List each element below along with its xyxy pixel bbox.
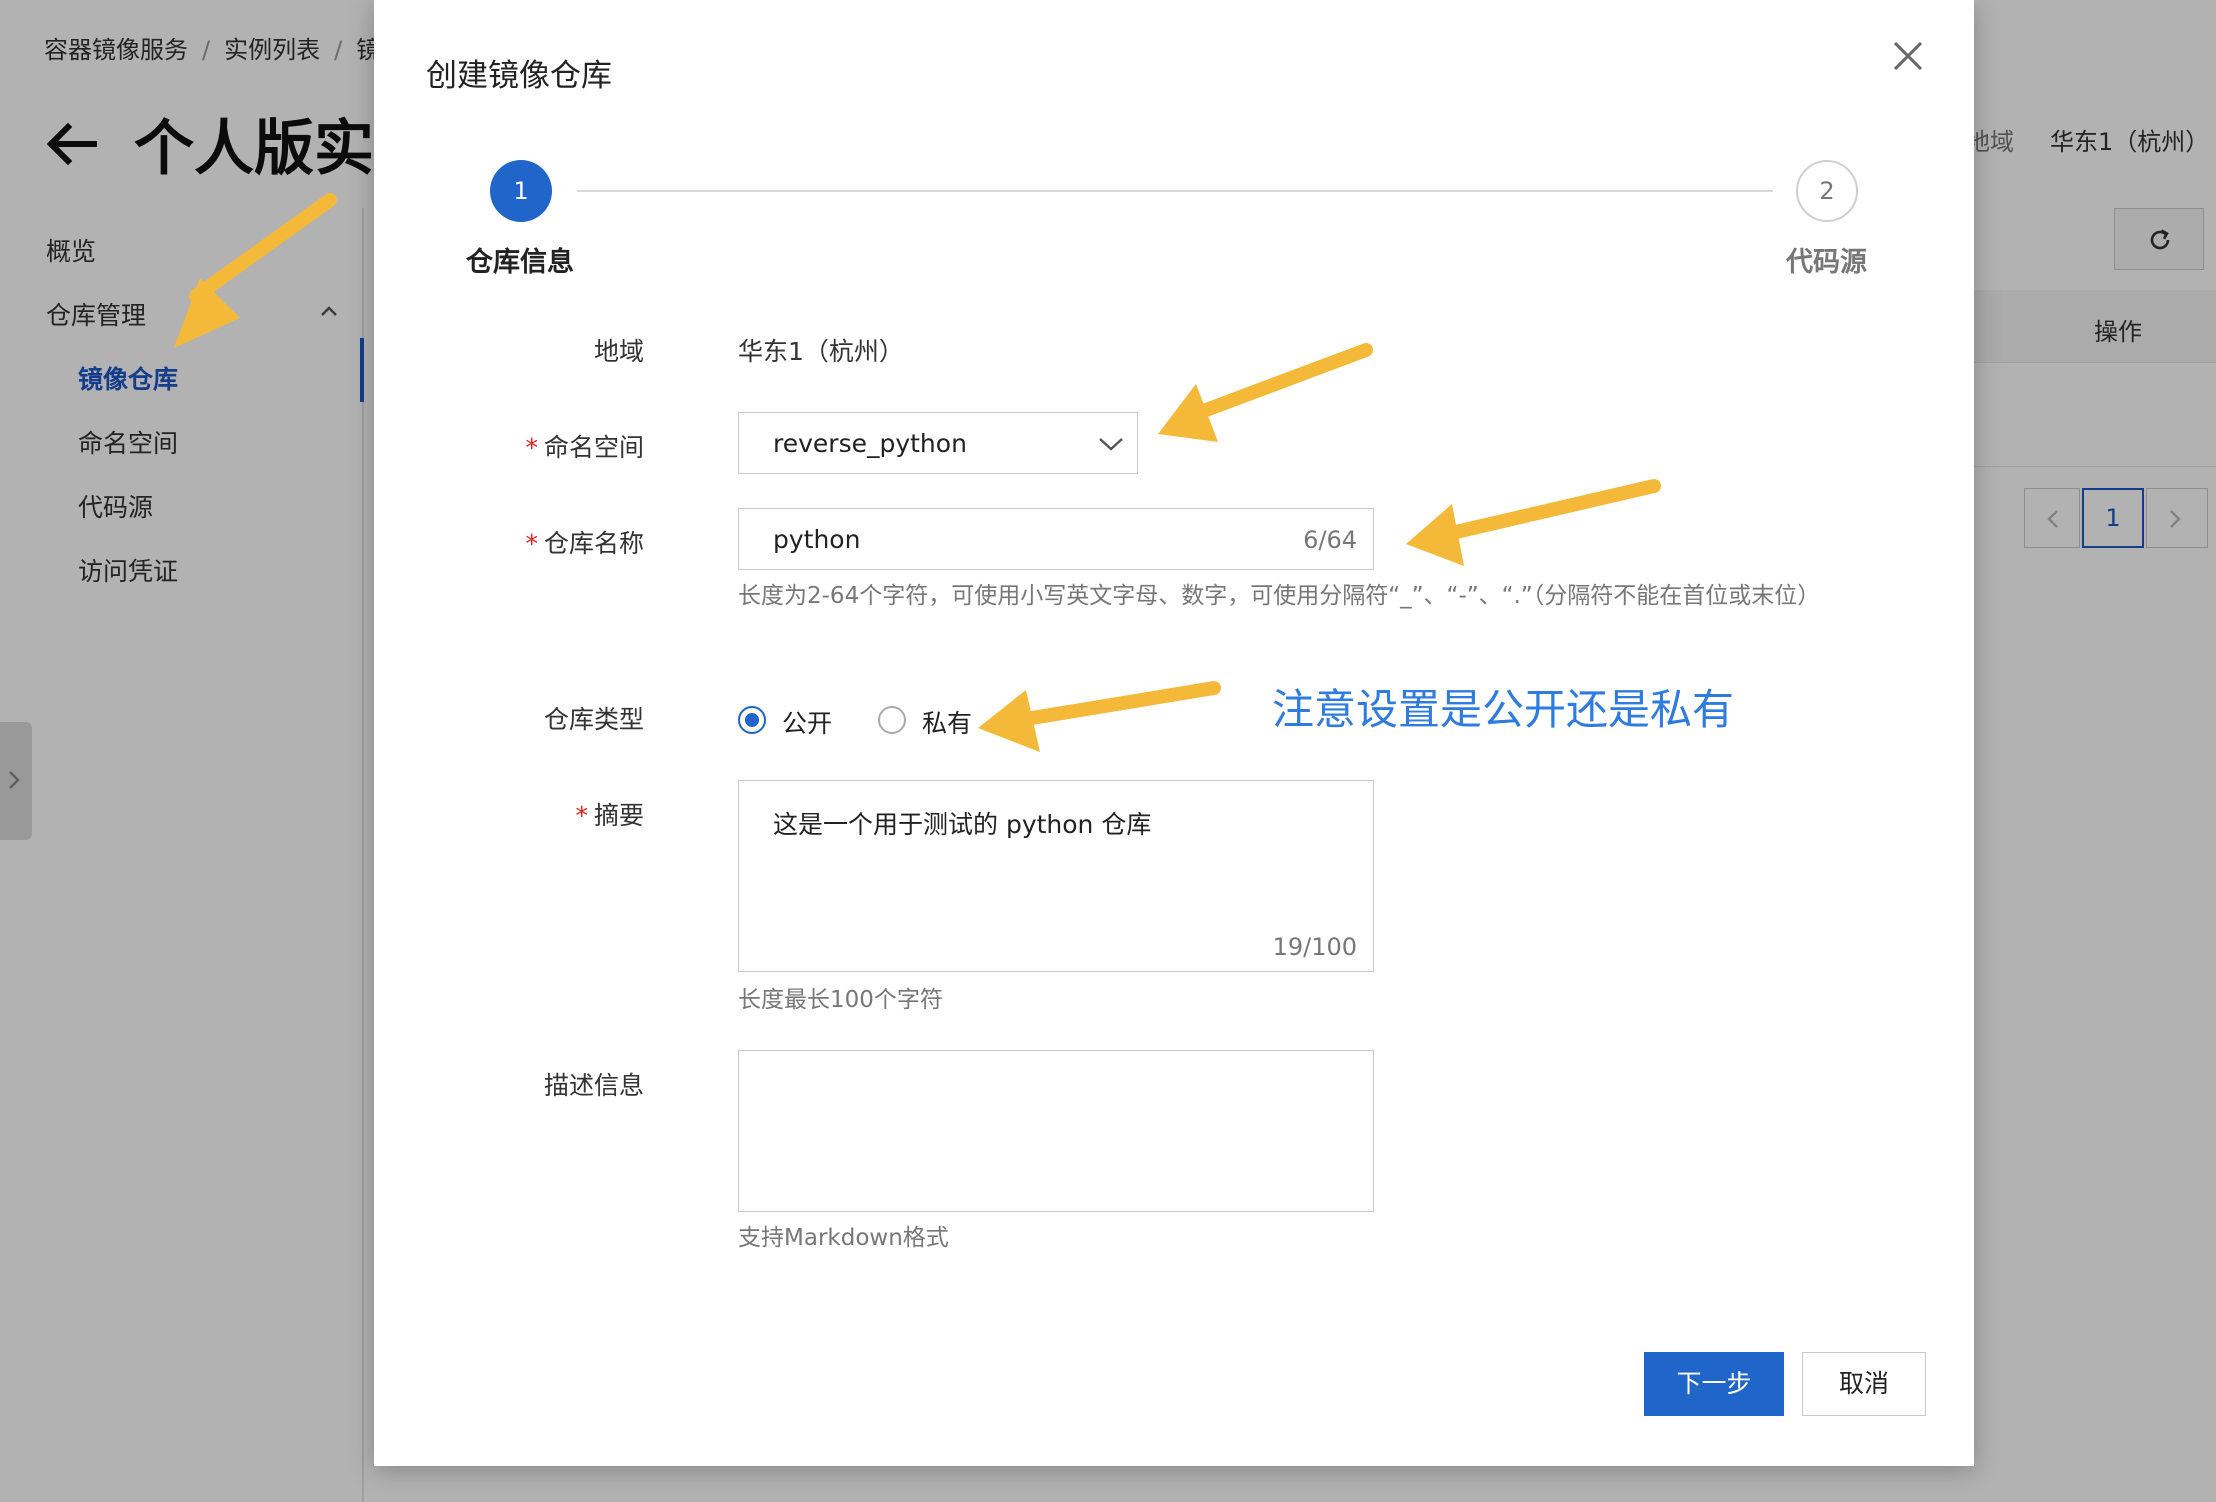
step-2-label: 代码源 <box>1786 247 1867 278</box>
namespace-select[interactable]: reverse_python <box>738 412 1138 474</box>
repo-type-public-radio[interactable] <box>738 706 766 734</box>
annotation-note: 注意设置是公开还是私有 <box>1272 685 1735 734</box>
next-step-button[interactable]: 下一步 <box>1644 1352 1784 1416</box>
step-1-indicator: 1 <box>490 160 552 222</box>
repo-name-value: python <box>773 525 861 554</box>
cancel-button[interactable]: 取消 <box>1802 1352 1926 1416</box>
repo-name-field-label: * 仓库名称 <box>525 529 644 558</box>
namespace-field-label: * 命名空间 <box>525 433 644 462</box>
summary-char-count: 19/100 <box>1272 933 1357 961</box>
summary-help: 长度最长100个字符 <box>738 987 943 1013</box>
repo-name-input[interactable]: python 6/64 <box>738 508 1374 570</box>
repo-name-char-count: 6/64 <box>1303 526 1357 554</box>
description-help: 支持Markdown格式 <box>738 1225 949 1251</box>
close-icon[interactable] <box>1892 40 1924 72</box>
dialog-title: 创建镜像仓库 <box>426 58 612 94</box>
repo-name-help: 长度为2-64个字符，可使用小写英文字母、数字，可使用分隔符“_”、“-”、“.… <box>738 583 1821 609</box>
description-textarea[interactable] <box>738 1050 1374 1212</box>
chevron-down-icon <box>1099 438 1123 451</box>
step-1-label: 仓库信息 <box>466 247 574 278</box>
description-field-label: 描述信息 <box>543 1071 644 1100</box>
summary-field-label: * 摘要 <box>575 801 644 830</box>
steps-connector <box>577 190 1773 192</box>
repo-type-public-label[interactable]: 公开 <box>782 704 832 740</box>
required-mark: * <box>525 433 538 462</box>
repo-type-private-radio[interactable] <box>878 706 906 734</box>
step-2-indicator: 2 <box>1796 160 1858 222</box>
required-mark: * <box>575 801 588 830</box>
repo-type-private-label[interactable]: 私有 <box>922 704 972 740</box>
summary-value: 这是一个用于测试的 python 仓库 <box>773 810 1152 839</box>
region-field-value: 华东1（杭州） <box>738 337 904 366</box>
region-field-label: 地域 <box>593 337 644 366</box>
required-mark: * <box>525 529 538 558</box>
repo-type-field-label: 仓库类型 <box>543 705 644 734</box>
summary-textarea[interactable]: 这是一个用于测试的 python 仓库 19/100 <box>738 780 1374 972</box>
namespace-selected-value: reverse_python <box>773 429 967 458</box>
